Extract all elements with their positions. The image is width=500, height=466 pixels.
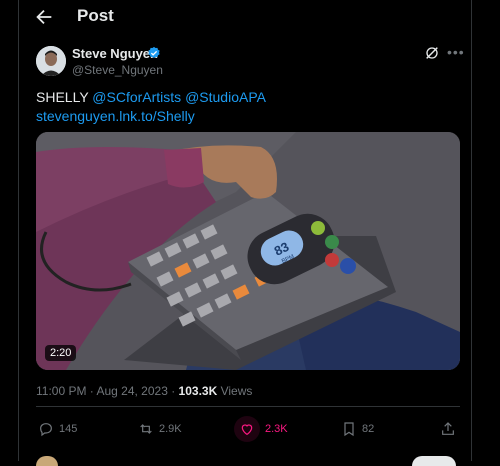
post-meta: 11:00 PM · Aug 24, 2023 · 103.3K Views xyxy=(36,384,252,398)
avatar[interactable] xyxy=(36,46,66,76)
reply-button[interactable]: 145 xyxy=(38,418,77,440)
mention-studioapa[interactable]: @StudioAPA xyxy=(185,89,266,105)
view-count: 103.3K xyxy=(178,384,218,398)
author-handle[interactable]: @Steve_Nguyen xyxy=(72,63,163,77)
avatar-image xyxy=(36,46,66,76)
views-label: Views xyxy=(217,384,253,398)
reply-button-partial xyxy=(412,456,456,466)
verified-badge-icon xyxy=(148,46,160,59)
post-link[interactable]: stevenguyen.lnk.to/Shelly xyxy=(36,108,195,124)
repost-count: 2.9K xyxy=(159,423,182,435)
left-border xyxy=(18,0,19,461)
more-options-icon[interactable]: ••• xyxy=(447,44,465,60)
share-button[interactable] xyxy=(440,418,456,440)
share-icon xyxy=(442,422,454,435)
repost-icon xyxy=(140,424,152,434)
like-button[interactable]: 2.3K xyxy=(234,416,288,442)
arrow-left-icon[interactable] xyxy=(33,6,55,28)
page-title: Post xyxy=(77,6,114,25)
bookmark-count: 82 xyxy=(362,423,375,435)
like-count: 2.3K xyxy=(265,423,288,435)
post-text: SHELLY @SCforArtists @StudioAPA stevengu… xyxy=(36,88,266,126)
reply-count: 145 xyxy=(59,423,78,435)
reply-avatar-partial xyxy=(36,456,58,466)
bookmark-button[interactable]: 82 xyxy=(341,418,374,440)
post-timestamp[interactable]: 11:00 PM · Aug 24, 2023 · xyxy=(36,384,179,398)
divider xyxy=(36,406,460,407)
like-highlight xyxy=(234,416,260,442)
mention-scforartists[interactable]: @SCforArtists xyxy=(92,89,181,105)
author-name[interactable]: Steve Nguyen xyxy=(72,46,158,61)
action-bar: 145 2.9K 2.3K 82 xyxy=(36,416,460,442)
video-thumbnail[interactable]: 83 BPM xyxy=(36,132,460,370)
heart-icon xyxy=(241,424,253,436)
repost-button[interactable]: 2.9K xyxy=(138,418,182,440)
video-illustration: 83 BPM xyxy=(36,132,460,370)
post-text-plain: SHELLY xyxy=(36,89,93,105)
grok-icon[interactable] xyxy=(424,45,440,61)
bookmark-icon xyxy=(344,422,354,437)
reply-icon xyxy=(40,423,52,437)
right-border xyxy=(471,0,472,461)
post-header: Post xyxy=(18,0,471,34)
video-duration: 2:20 xyxy=(45,345,77,361)
